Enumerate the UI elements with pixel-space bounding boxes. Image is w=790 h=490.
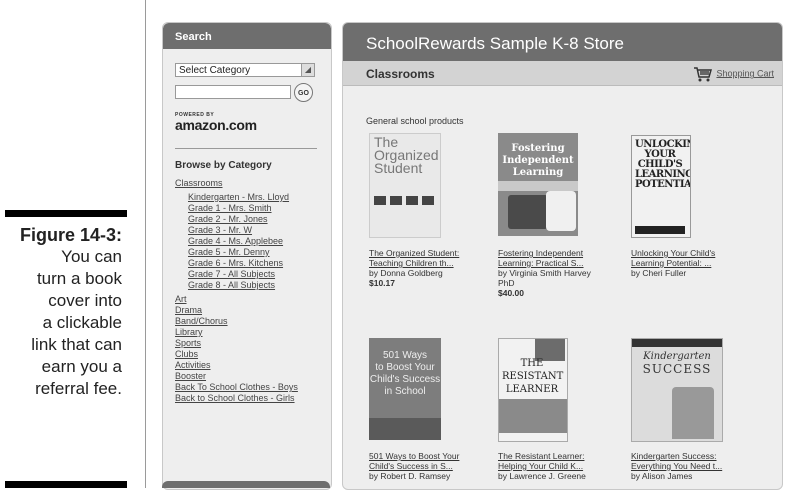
product-title-link[interactable]: Unlocking Your Child's [631, 248, 736, 258]
book-cover-resistant-learner[interactable]: THE RESISTANT LEARNER [498, 338, 568, 442]
book-cover-kindergarten-success[interactable]: Kindergarten SUCCESS [631, 338, 723, 442]
product-title-link[interactable]: Learning: Practical S... [498, 258, 603, 268]
category-link[interactable]: Booster [175, 371, 325, 382]
sidebar-divider [175, 148, 317, 149]
figure-number: Figure 14-3: [19, 225, 122, 245]
product-author: by Alison James [631, 471, 693, 481]
category-link[interactable]: Grade 5 - Mr. Denny [175, 247, 325, 258]
shopping-cart-link[interactable]: Shopping Cart [693, 66, 774, 82]
product-item: Fostering Independent Learning: Practica… [498, 248, 603, 298]
product-title-link[interactable]: Helping Your Child K... [498, 461, 603, 471]
caption-line: turn a book [36, 269, 122, 288]
product-title-link[interactable]: Everything You Need t... [631, 461, 736, 471]
book-cover-fostering-independent-learning[interactable]: Fostering Independent Learning [498, 133, 578, 236]
cover-author-bar [635, 226, 685, 234]
product-price: $40.00 [498, 288, 524, 298]
category-select-value: Select Category [179, 65, 251, 76]
caption-line: a clickable [42, 313, 122, 332]
browse-heading: Browse by Category [175, 160, 272, 171]
category-link[interactable]: Kindergarten - Mrs. Lloyd [175, 192, 325, 203]
amazon-logo: amazon.com [175, 117, 257, 133]
category-link[interactable]: Art [175, 294, 325, 305]
category-link[interactable]: Back To School Clothes - Boys [175, 382, 325, 393]
cover-title: 501 Ways to Boost Your Child's Success i… [369, 350, 441, 397]
product-author: by Robert D. Ramsey [369, 471, 451, 481]
store-title: SchoolRewards Sample K-8 Store [343, 23, 782, 61]
cover-title: The Organized Student [374, 134, 439, 176]
caption-top-rule [5, 210, 127, 217]
product-title-link[interactable]: The Organized Student: [369, 248, 474, 258]
sidebar: Search Select Category ◢ GO POWERED BY a… [162, 22, 332, 490]
category-link[interactable]: Clubs [175, 349, 325, 360]
category-link[interactable]: Grade 7 - All Subjects [175, 269, 325, 280]
product-title-link[interactable]: Fostering Independent [498, 248, 603, 258]
category-select[interactable]: Select Category ◢ [175, 63, 315, 77]
product-title-link[interactable]: Kindergarten Success: [631, 451, 736, 461]
product-item: Unlocking Your Child's Learning Potentia… [631, 248, 736, 278]
category-link[interactable]: Grade 8 - All Subjects [175, 280, 325, 291]
caption-line: referral fee. [35, 379, 122, 398]
product-item: The Resistant Learner: Helping Your Chil… [498, 451, 603, 481]
figure-caption: Figure 14-3: You can turn a book cover i… [0, 0, 130, 488]
caption-bottom-rule [5, 481, 127, 488]
dropdown-arrow-icon[interactable]: ◢ [301, 64, 314, 76]
product-author: by Lawrence J. Greene [498, 471, 586, 481]
go-button[interactable]: GO [294, 83, 313, 102]
book-cover-501-ways[interactable]: 501 Ways to Boost Your Child's Success i… [369, 338, 441, 440]
product-item: Kindergarten Success: Everything You Nee… [631, 451, 736, 481]
category-link[interactable]: Grade 2 - Mr. Jones [175, 214, 325, 225]
category-link[interactable]: Library [175, 327, 325, 338]
cover-title: THE RESISTANT LEARNER [502, 358, 564, 395]
cover-series-bar [632, 339, 722, 347]
category-link[interactable]: Grade 1 - Mrs. Smith [175, 203, 325, 214]
caption-line: earn you a [41, 357, 122, 376]
product-title-link[interactable]: Teaching Children th... [369, 258, 474, 268]
category-link[interactable]: Classrooms [175, 178, 325, 189]
product-price: $10.17 [369, 278, 395, 288]
search-input[interactable] [175, 85, 291, 99]
product-item: The Organized Student: Teaching Children… [369, 248, 474, 288]
cover-title: Fostering Independent Learning [502, 143, 574, 178]
product-title-link[interactable]: Learning Potential: ... [631, 258, 736, 268]
category-link[interactable]: Grade 3 - Mr. W [175, 225, 325, 236]
category-list: Classrooms Kindergarten - Mrs. Lloyd Grade… [175, 178, 325, 404]
section-title: Classrooms [366, 67, 435, 81]
product-title-link[interactable]: Child's Success in S... [369, 461, 474, 471]
product-title-link[interactable]: 501 Ways to Boost Your [369, 451, 474, 461]
store-screenshot: Search Select Category ◢ GO POWERED BY a… [145, 0, 790, 490]
book-cover-unlocking-potential[interactable]: UNLOCKING YOUR CHILD'S LEARNING POTENTIA… [631, 135, 691, 238]
category-link[interactable]: Grade 4 - Ms. Applebee [175, 236, 325, 247]
cover-title: SUCCESS [642, 362, 712, 376]
store-panel: SchoolRewards Sample K-8 Store Classroom… [342, 22, 783, 490]
section-bar: Classrooms Shopping Cart [343, 61, 782, 86]
category-link[interactable]: Activities [175, 360, 325, 371]
product-item: 501 Ways to Boost Your Child's Success i… [369, 451, 474, 481]
category-link[interactable]: Sports [175, 338, 325, 349]
sidebar-next-panel [162, 481, 330, 488]
product-author-suffix: PhD [498, 278, 515, 288]
caption-line: You can [61, 247, 122, 266]
shopping-cart-label: Shopping Cart [716, 68, 774, 79]
category-link[interactable]: Back to School Clothes - Girls [175, 393, 325, 404]
caption-line: cover into [48, 291, 122, 310]
cart-icon[interactable] [693, 66, 713, 82]
search-header: Search [163, 23, 331, 49]
cover-title: UNLOCKING YOUR CHILD'S LEARNING POTENTIA… [635, 139, 691, 190]
caption-line: link that can [31, 335, 122, 354]
product-author: by Donna Goldberg [369, 268, 443, 278]
product-title-link[interactable]: The Resistant Learner: [498, 451, 603, 461]
category-link[interactable]: Band/Chorus [175, 316, 325, 327]
book-cover-organized-student[interactable]: The Organized Student [369, 133, 441, 238]
category-link[interactable]: Drama [175, 305, 325, 316]
product-author: by Cheri Fuller [631, 268, 687, 278]
product-author: by Virginia Smith Harvey [498, 268, 591, 278]
products-subheading: General school products [366, 116, 464, 126]
category-link[interactable]: Grade 6 - Mrs. Kitchens [175, 258, 325, 269]
caption-text: Figure 14-3: You can turn a book cover i… [0, 224, 122, 400]
